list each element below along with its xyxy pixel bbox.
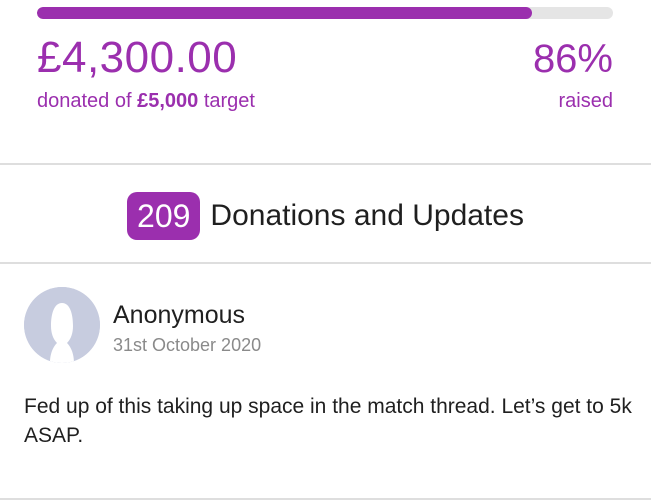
percent-raised: 86%: [532, 37, 613, 81]
section-divider: [0, 163, 651, 165]
raised-label: raised: [558, 90, 613, 112]
donation-date: 31st October 2020: [113, 335, 262, 355]
donations-count-badge: 209: [127, 192, 201, 240]
anonymous-user-icon: [24, 287, 100, 363]
section-divider: [0, 262, 651, 264]
donations-header: 209 Donations and Updates: [0, 190, 651, 242]
target-label: target: [203, 90, 255, 112]
donations-title: Donations and Updates: [210, 199, 524, 232]
donation-message: Fed up of this taking up space in the ma…: [24, 395, 632, 447]
target-summary: donated of £5,000 target: [37, 89, 255, 113]
progress-bar-fill: [37, 7, 533, 19]
donor-name: Anonymous: [113, 301, 246, 329]
target-amount: £5,000: [137, 90, 199, 112]
user-silhouette-icon: [24, 287, 100, 363]
donated-of-label: donated of: [37, 90, 132, 112]
fundraising-progress-bar: [37, 7, 613, 19]
amount-donated: £4,300.00: [37, 33, 238, 82]
